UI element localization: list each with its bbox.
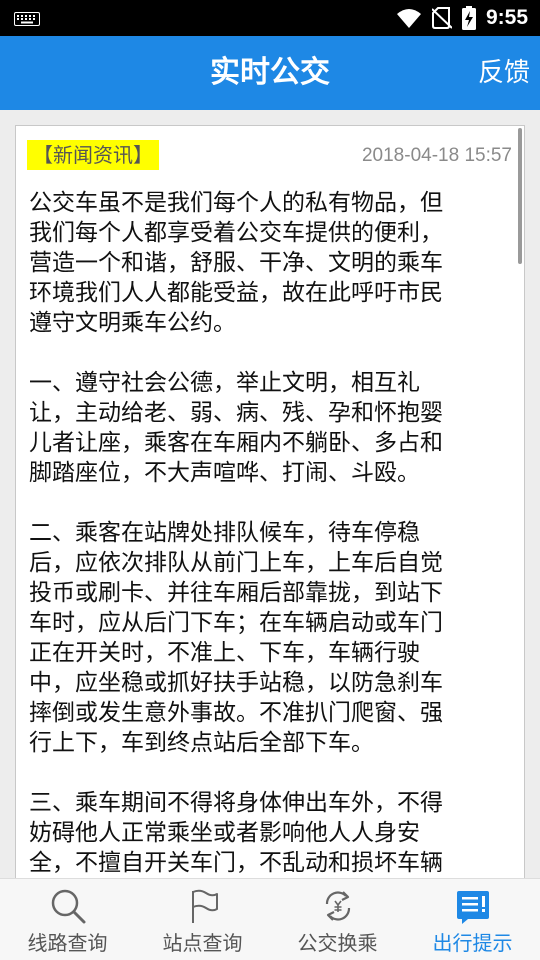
news-line: 我们每个人都享受着公交车提供的便利， bbox=[29, 220, 443, 246]
news-card[interactable]: 【新闻资讯】 2018-04-18 15:57 公交车虽不是我们每个人的私有物品… bbox=[15, 125, 525, 878]
feedback-button[interactable]: 反馈 bbox=[478, 36, 530, 110]
news-date: 2018-04-18 15:57 bbox=[361, 145, 512, 166]
news-line: 正在开关时，不准上、下车，车辆行驶 bbox=[29, 640, 420, 666]
bottom-nav: 线路查询 站点查询 公交换乘 出行提示 bbox=[0, 878, 540, 960]
news-line: 二、乘客在站牌处排队候车，待车停稳 bbox=[29, 520, 420, 546]
news-line: 妨碍他人正常乘坐或者影响他人人身安 bbox=[29, 820, 420, 846]
wifi-icon bbox=[396, 9, 421, 28]
flag-icon bbox=[191, 889, 218, 923]
content-area[interactable]: 【新闻资讯】 2018-04-18 15:57 公交车虽不是我们每个人的私有物品… bbox=[0, 110, 540, 878]
nav-item-travel-tips[interactable]: 出行提示 bbox=[405, 879, 540, 960]
news-line: 行上下，车到终点站后全部下车。 bbox=[29, 730, 374, 756]
page-title: 实时公交 bbox=[210, 55, 330, 90]
news-line: 一、遵守社会公德，举止文明，相互礼 bbox=[29, 370, 420, 396]
status-bar: 9:55 bbox=[0, 0, 540, 36]
news-line: 脚踏座位，不大声喧哗、打闹、斗殴。 bbox=[29, 460, 420, 486]
keyboard-icon bbox=[14, 12, 40, 26]
news-line: 中，应坐稳或抓好扶手站稳，以防急刹车 bbox=[29, 670, 443, 696]
app-header: 实时公交 反馈 bbox=[0, 36, 540, 110]
news-line: 车时，应从后门下车；在车辆启动或车门 bbox=[29, 610, 443, 636]
news-line: 投币或刷卡、并往车厢后部靠拢，到站下 bbox=[29, 580, 443, 606]
nav-item-transfer[interactable]: 公交换乘 bbox=[270, 879, 405, 960]
news-body: 公交车虽不是我们每个人的私有物品，但 我们每个人都享受着公交车提供的便利， 营造… bbox=[29, 188, 503, 878]
no-sim-icon bbox=[431, 7, 452, 29]
news-line: 公交车虽不是我们每个人的私有物品，但 bbox=[29, 190, 443, 216]
nav-label: 线路查询 bbox=[27, 931, 108, 955]
news-line: 全，不擅自开关车门，不乱动和损坏车辆 bbox=[29, 850, 443, 876]
search-icon bbox=[51, 889, 85, 924]
news-line: 环境我们人人都能受益，故在此呼吁市民 bbox=[29, 280, 443, 306]
news-line: 儿者让座，乘客在车厢内不躺卧、多占和 bbox=[29, 430, 443, 456]
news-line: 后，应依次排队从前门上车，上车后自觉 bbox=[29, 550, 443, 576]
battery-charging-icon bbox=[461, 6, 476, 30]
sb-left bbox=[14, 11, 40, 30]
news-tag: 【新闻资讯】 bbox=[27, 140, 159, 170]
nav-label: 站点查询 bbox=[162, 931, 243, 955]
status-time: 9:55 bbox=[485, 6, 528, 29]
notice-icon bbox=[456, 891, 489, 924]
nav-label: 出行提示 bbox=[432, 931, 513, 955]
transfer-icon bbox=[325, 891, 350, 921]
news-line: 遵守文明乘车公约。 bbox=[29, 310, 236, 336]
news-line: 摔倒或发生意外事故。不准扒门爬窗、强 bbox=[29, 700, 443, 726]
news-line: 三、乘车期间不得将身体伸出车外，不得 bbox=[29, 790, 443, 816]
news-line: 营造一个和谐，舒服、干净、文明的乘车 bbox=[29, 250, 443, 276]
scrollbar[interactable] bbox=[518, 128, 522, 264]
nav-item-stop-query[interactable]: 站点查询 bbox=[135, 879, 270, 960]
nav-label: 公交换乘 bbox=[297, 931, 378, 955]
sb-right: 9:55 bbox=[396, 4, 528, 32]
nav-item-route-query[interactable]: 线路查询 bbox=[0, 879, 135, 960]
news-line: 让，主动给老、弱、病、残、孕和怀抱婴 bbox=[29, 400, 443, 426]
